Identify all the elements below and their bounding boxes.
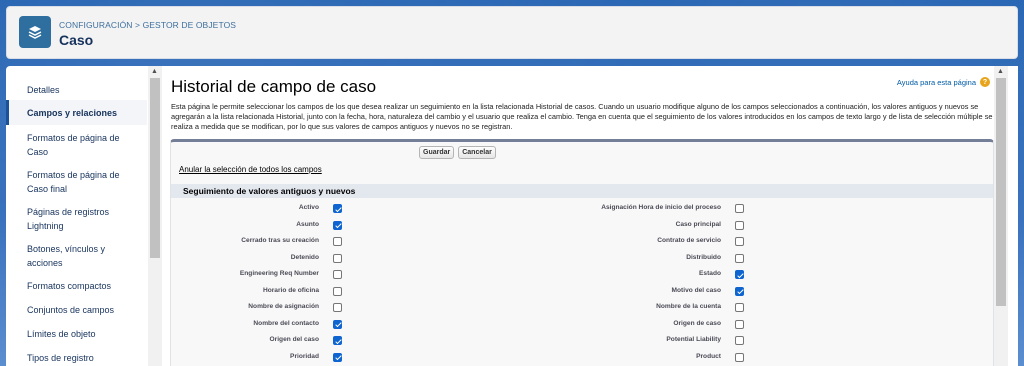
field-row: Horario de oficina Motivo del caso (171, 286, 993, 303)
field-label: Motivo del caso (671, 286, 721, 294)
field-label: Product (696, 352, 721, 360)
field-label: Nombre del contacto (253, 319, 319, 327)
field-label: Prioridad (290, 352, 319, 360)
sidebar-scrollbar-thumb[interactable] (150, 78, 160, 258)
breadcrumb-separator: > (135, 20, 141, 30)
field-label: Estado (699, 270, 721, 277)
field-row: Origen del caso Potential Liability (171, 336, 993, 352)
stack-layers-icon (19, 16, 51, 48)
sidebar-item-record-types[interactable]: Tipos de registro (6, 351, 147, 365)
field-history-panel: Guardar Cancelar Anular la selección de … (170, 139, 994, 366)
field-label: Nombre de la cuenta (656, 303, 721, 310)
save-button[interactable]: Guardar (419, 146, 455, 159)
field-row: Nombre de asignación Nombre de la cuenta (171, 303, 993, 319)
scroll-up-arrow-icon[interactable]: ▲ (151, 68, 158, 75)
field-label: Contrato de servicio (657, 237, 721, 244)
breadcrumb: CONFIGURACIÓN > GESTOR DE OBJETOS (59, 20, 236, 30)
section-header: Seguimiento de valores antiguos y nuevos (171, 184, 993, 198)
field-track-checkbox[interactable] (735, 336, 744, 345)
page-description: Esta página le permite seleccionar los c… (171, 102, 993, 131)
sidebar-item-fields-relationships[interactable]: Campos y relaciones (6, 100, 147, 125)
scroll-up-arrow-icon[interactable]: ▲ (997, 68, 1004, 75)
field-track-checkbox[interactable] (333, 204, 342, 213)
field-row: Activo Asignación Hora de inicio del proc… (171, 204, 993, 220)
field-track-checkbox[interactable] (735, 352, 744, 362)
field-row: Prioridad Product (171, 352, 993, 366)
field-track-checkbox[interactable] (333, 319, 342, 329)
main-scrollbar-thumb[interactable] (996, 78, 1006, 306)
field-label: Engineering Req Number (239, 270, 319, 277)
field-track-checkbox[interactable] (735, 204, 744, 213)
field-track-checkbox[interactable] (735, 303, 744, 312)
cancel-button[interactable]: Cancelar (458, 146, 496, 159)
field-label: Horario de oficina (262, 286, 319, 294)
field-label: Cerrado tras su creación (241, 237, 319, 244)
field-track-checkbox[interactable] (333, 303, 342, 312)
sidebar-item-buttons-links-actions[interactable]: Botones, vínculos y acciones (6, 242, 126, 270)
field-label: Detenido (290, 253, 319, 261)
field-label: Nombre de asignación (248, 303, 319, 310)
field-track-checkbox[interactable] (735, 319, 744, 329)
field-track-checkbox[interactable] (333, 286, 342, 296)
field-track-checkbox[interactable] (735, 286, 744, 296)
field-label: Asunto (296, 220, 319, 228)
field-row: Cerrado tras su creación Contrato de serv… (171, 237, 993, 253)
sidebar-item-lightning-record-pages[interactable]: Páginas de registros Lightning (6, 205, 126, 233)
main-content: Historial de campo de caso Ayuda para es… (162, 66, 1018, 366)
field-label: Caso principal (675, 220, 721, 228)
help-link[interactable]: Ayuda para esta página ? (897, 77, 990, 87)
sidebar-item-compact-layouts[interactable]: Formatos compactos (6, 279, 147, 293)
sidebar-item-details[interactable]: Detalles (6, 83, 147, 97)
field-track-checkbox[interactable] (333, 352, 342, 362)
deselect-all-link[interactable]: Anular la selección de todos los campos (179, 165, 322, 174)
sidebar-scrollbar[interactable]: ▲ (148, 66, 162, 366)
field-label: Origen del caso (269, 336, 319, 343)
field-track-checkbox[interactable] (333, 237, 342, 246)
breadcrumb-object-manager-link[interactable]: GESTOR DE OBJETOS (143, 20, 237, 30)
help-link-label[interactable]: Ayuda para esta página (897, 78, 976, 87)
field-label: Distribuido (686, 253, 721, 261)
sidebar-item-final-page-layouts[interactable]: Formatos de página de Caso final (6, 168, 126, 196)
sidebar-item-field-sets[interactable]: Conjuntos de campos (6, 303, 147, 317)
field-track-checkbox[interactable] (333, 253, 342, 263)
field-track-checkbox[interactable] (735, 237, 744, 246)
field-row: Engineering Req Number Estado (171, 270, 993, 286)
field-label: Origen de caso (673, 319, 721, 327)
sidebar-item-page-layouts[interactable]: Formatos de página de Caso (6, 131, 126, 159)
page-title: Caso (59, 32, 94, 48)
field-label: Asignación Hora de inicio del proceso (601, 204, 721, 211)
field-track-checkbox[interactable] (333, 270, 342, 279)
field-label: Potential Liability (666, 336, 721, 343)
field-row: Nombre del contacto Origen de caso (171, 319, 993, 336)
sidebar-nav: Detalles Campos y relaciones Formatos de… (6, 66, 162, 366)
help-icon[interactable]: ? (980, 77, 990, 87)
field-track-checkbox[interactable] (735, 253, 744, 263)
field-track-checkbox[interactable] (735, 220, 744, 230)
page-header: CONFIGURACIÓN > GESTOR DE OBJETOS Caso (6, 6, 1018, 59)
main-scrollbar[interactable]: ▲ (994, 66, 1008, 366)
section-heading: Historial de campo de caso (171, 77, 377, 96)
sidebar-item-object-limits[interactable]: Límites de objeto (6, 327, 147, 341)
breadcrumb-setup-link[interactable]: CONFIGURACIÓN (59, 20, 133, 30)
field-track-checkbox[interactable] (333, 336, 342, 345)
field-label: Activo (298, 204, 319, 211)
field-row: Detenido Distribuido (171, 253, 993, 270)
field-row: Asunto Caso principal (171, 220, 993, 237)
field-track-checkbox[interactable] (735, 270, 744, 279)
field-track-checkbox[interactable] (333, 220, 342, 230)
